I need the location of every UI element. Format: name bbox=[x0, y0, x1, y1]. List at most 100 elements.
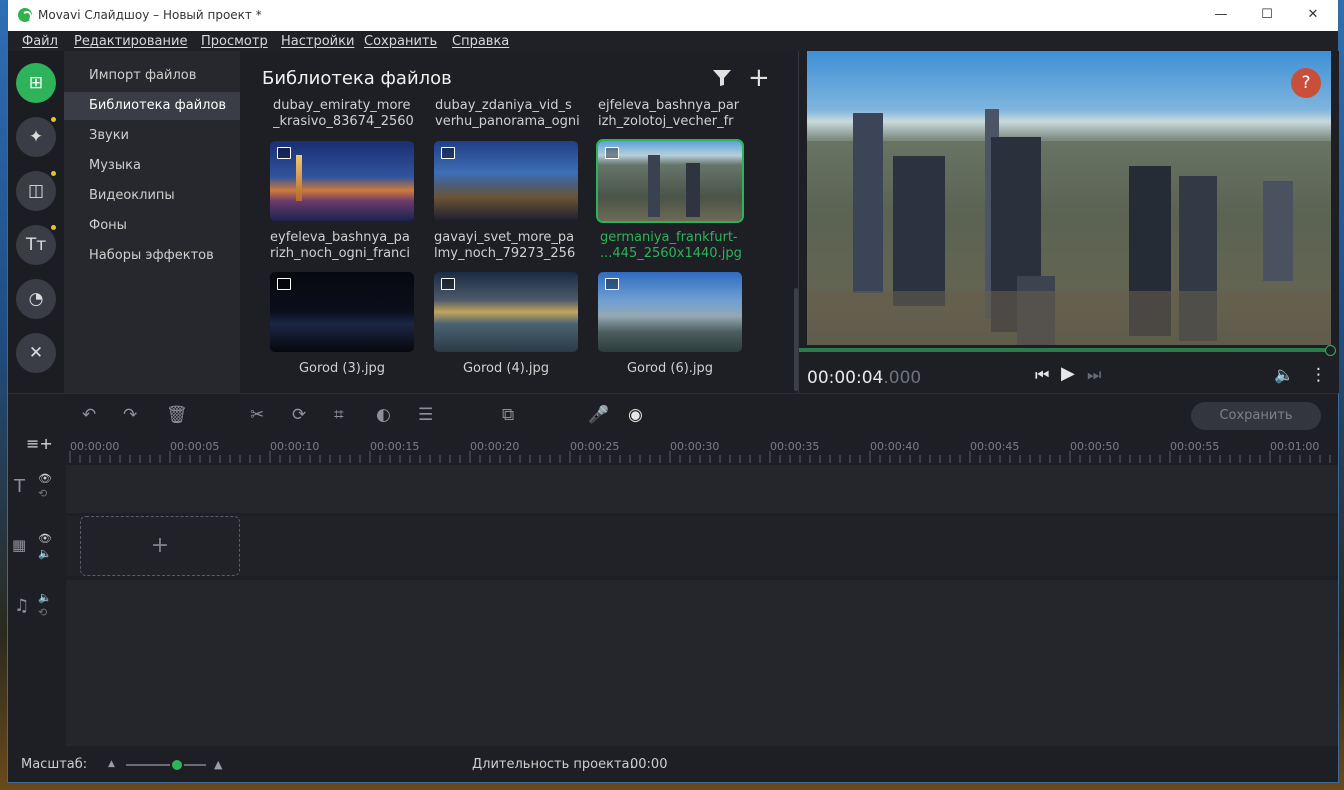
add-track-icon[interactable]: ≡+ bbox=[26, 434, 53, 453]
menu-file[interactable]: Файл bbox=[22, 34, 58, 49]
overlay-icon[interactable]: ⧉ bbox=[502, 405, 514, 425]
tool-rail: ⊞ ✦ ◫ Tт ◔ ✕ bbox=[8, 51, 64, 393]
file-caption: gavayi_svet_more_pa lmy_noch_79273_256 bbox=[434, 230, 576, 261]
link-icon[interactable]: ⟲ bbox=[38, 487, 47, 500]
file-thumbnail[interactable] bbox=[270, 272, 414, 352]
menu-edit[interactable]: Редактирование bbox=[74, 34, 187, 49]
maximize-button[interactable]: ☐ bbox=[1244, 0, 1290, 31]
file-library: Библиотека файлов + dubay_emiraty_more _k… bbox=[240, 51, 798, 393]
volume-icon[interactable]: 🔈 bbox=[38, 547, 52, 560]
image-file-icon bbox=[441, 278, 455, 290]
previous-frame-icon[interactable]: ⏮ bbox=[1035, 365, 1049, 385]
file-caption: dubay_zdaniya_vid_s verhu_panorama_ogni bbox=[435, 98, 580, 129]
filter-icon[interactable] bbox=[712, 68, 732, 92]
webcam-icon[interactable]: ◉ bbox=[628, 405, 643, 425]
zoom-slider[interactable] bbox=[126, 764, 206, 766]
image-file-icon bbox=[441, 147, 455, 159]
tools-button[interactable]: ✕ bbox=[16, 333, 56, 373]
video-track[interactable] bbox=[66, 516, 1338, 576]
file-caption: eyfeleva_bashnya_pa rizh_noch_ogni_franci bbox=[270, 230, 411, 261]
sidebar-item-effect-sets[interactable]: Наборы эффектов bbox=[64, 242, 240, 270]
audio-track[interactable] bbox=[66, 580, 1338, 746]
effects-button[interactable]: ✦ bbox=[16, 117, 56, 157]
zoom-out-icon[interactable]: ▲ bbox=[108, 759, 115, 769]
file-caption: ejfeleva_bashnya_par izh_zolotoj_vecher_f… bbox=[598, 98, 740, 129]
transitions-button[interactable]: ◫ bbox=[16, 171, 56, 211]
menu-view[interactable]: Просмотр bbox=[201, 34, 268, 49]
file-caption: Gorod (3).jpg bbox=[298, 361, 386, 376]
sidebar-item-music[interactable]: Музыка bbox=[64, 152, 240, 180]
timecode: 00:00:04.000 bbox=[807, 368, 921, 388]
ruler-label: 00:00:35 bbox=[770, 440, 820, 453]
title-track-icon: T bbox=[14, 476, 25, 497]
more-options-icon[interactable]: ⋮ bbox=[1310, 365, 1327, 385]
title-track[interactable] bbox=[66, 465, 1338, 513]
menu-bar: Файл Редактирование Просмотр Настройки С… bbox=[8, 31, 1338, 51]
library-sidebar: Импорт файлов Библиотека файлов Звуки Му… bbox=[64, 51, 240, 393]
ruler-label: 00:00:05 bbox=[170, 440, 220, 453]
sidebar-item-backgrounds[interactable]: Фоны bbox=[64, 212, 240, 240]
save-button[interactable]: Сохранить bbox=[1191, 402, 1321, 430]
file-thumbnail[interactable] bbox=[270, 141, 414, 221]
menu-help[interactable]: Справка bbox=[452, 34, 509, 49]
file-thumbnail[interactable] bbox=[434, 272, 578, 352]
add-icon[interactable]: + bbox=[748, 63, 770, 93]
image-file-icon bbox=[277, 147, 291, 159]
color-adjust-icon[interactable]: ◐ bbox=[376, 405, 391, 425]
file-thumbnail[interactable] bbox=[434, 141, 578, 221]
ruler-label: 00:00:00 bbox=[70, 440, 120, 453]
playback-progress-handle[interactable] bbox=[1325, 345, 1336, 356]
file-caption: Gorod (4).jpg bbox=[462, 361, 550, 376]
new-badge-dot bbox=[51, 171, 56, 176]
library-title: Библиотека файлов bbox=[262, 68, 452, 89]
volume-icon[interactable]: 🔈 bbox=[38, 591, 52, 604]
file-thumbnail-selected[interactable] bbox=[598, 141, 742, 221]
rotate-icon[interactable]: ⟳ bbox=[292, 405, 306, 425]
zoom-slider-handle[interactable] bbox=[170, 758, 184, 772]
eye-icon[interactable]: 👁 bbox=[38, 532, 52, 545]
delete-icon[interactable]: 🗑 bbox=[166, 405, 188, 425]
help-button[interactable]: ? bbox=[1291, 68, 1321, 98]
project-duration-value: 00:00 bbox=[630, 757, 668, 772]
status-bar: Масштаб: ▲ ▲ Длительность проекта: 00:00 bbox=[8, 746, 1338, 782]
new-badge-dot bbox=[51, 117, 56, 122]
image-file-icon bbox=[605, 147, 619, 159]
zoom-in-icon[interactable]: ▲ bbox=[214, 758, 222, 771]
file-caption: dubay_emiraty_more _krasivo_83674_2560 bbox=[273, 98, 414, 129]
ruler-label: 00:00:45 bbox=[970, 440, 1020, 453]
timeline-ruler[interactable]: 00:00:00 00:00:05 00:00:10 00:00:15 00:0… bbox=[66, 437, 1338, 465]
sidebar-item-videoclips[interactable]: Видеоклипы bbox=[64, 182, 240, 210]
import-button[interactable]: ⊞ bbox=[16, 63, 56, 103]
crop-icon[interactable]: ⌗ bbox=[334, 405, 344, 425]
menu-save[interactable]: Сохранить bbox=[364, 34, 437, 49]
ruler-label: 00:00:55 bbox=[1170, 440, 1220, 453]
sidebar-item-library[interactable]: Библиотека файлов bbox=[64, 92, 240, 120]
ruler-label: 00:00:30 bbox=[670, 440, 720, 453]
volume-icon[interactable]: 🔈 bbox=[1274, 365, 1294, 384]
menu-settings[interactable]: Настройки bbox=[281, 34, 354, 49]
close-button[interactable]: ✕ bbox=[1290, 0, 1336, 31]
properties-icon[interactable]: ☰ bbox=[418, 405, 433, 425]
undo-icon[interactable]: ↶ bbox=[82, 405, 96, 425]
redo-icon[interactable]: ↷ bbox=[123, 405, 137, 425]
playback-progress-bar[interactable] bbox=[799, 348, 1331, 352]
filters-button[interactable]: ◔ bbox=[16, 279, 56, 319]
add-media-dropzone[interactable]: + bbox=[80, 516, 240, 576]
window-title: Movavi Слайдшоу – Новый проект * bbox=[38, 8, 262, 22]
ruler-label: 00:00:15 bbox=[370, 440, 420, 453]
ruler-label: 00:00:25 bbox=[570, 440, 620, 453]
eye-icon[interactable]: 👁 bbox=[38, 472, 52, 485]
music-track-icon: ♫ bbox=[14, 596, 30, 616]
next-frame-icon[interactable]: ⏭ bbox=[1087, 365, 1101, 385]
titles-button[interactable]: Tт bbox=[16, 225, 56, 265]
play-icon[interactable]: ▶ bbox=[1061, 363, 1075, 384]
link-icon[interactable]: ⟲ bbox=[38, 606, 47, 619]
sidebar-item-sounds[interactable]: Звуки bbox=[64, 122, 240, 150]
minimize-button[interactable]: — bbox=[1198, 0, 1244, 31]
image-file-icon bbox=[277, 278, 291, 290]
sidebar-item-import[interactable]: Импорт файлов bbox=[64, 62, 240, 90]
timecode-main: 00:00:04 bbox=[807, 368, 884, 388]
file-thumbnail[interactable] bbox=[598, 272, 742, 352]
microphone-icon[interactable]: 🎤 bbox=[588, 405, 609, 425]
cut-icon[interactable]: ✂ bbox=[250, 405, 264, 425]
